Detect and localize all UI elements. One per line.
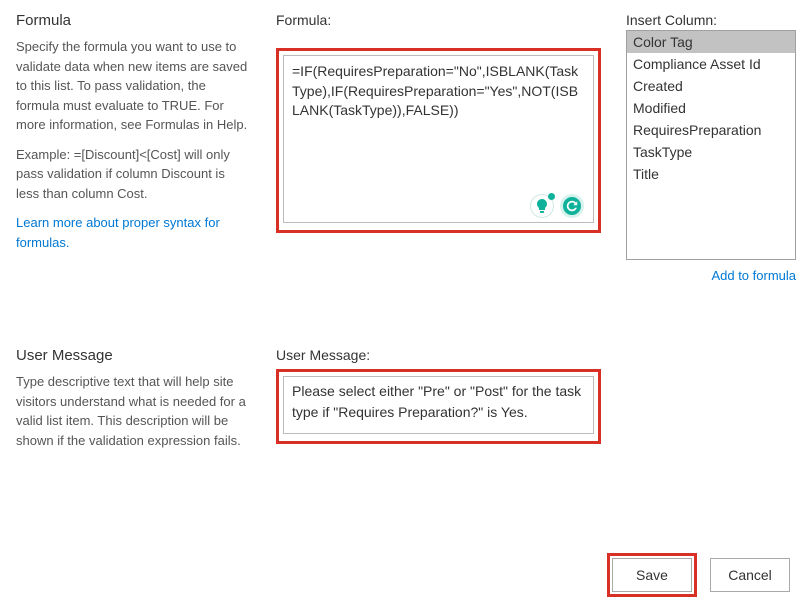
user-message-help-panel: User Message Type descriptive text that … xyxy=(16,347,256,460)
formula-description-block: Specify the formula you want to use to v… xyxy=(16,37,248,252)
column-option[interactable]: Created xyxy=(627,75,795,97)
insert-column-panel: Insert Column: Color TagCompliance Asset… xyxy=(626,12,796,283)
user-message-row: User Message Type descriptive text that … xyxy=(16,347,796,460)
user-message-input[interactable] xyxy=(283,376,594,434)
column-option[interactable]: TaskType xyxy=(627,141,795,163)
formula-heading: Formula xyxy=(16,12,248,29)
add-to-formula-link[interactable]: Add to formula xyxy=(711,268,796,283)
formula-highlight-box xyxy=(276,48,601,233)
formula-description: Specify the formula you want to use to v… xyxy=(16,37,248,135)
column-option[interactable]: Color Tag xyxy=(627,31,795,53)
column-option[interactable]: Title xyxy=(627,163,795,185)
insert-column-label: Insert Column: xyxy=(626,12,796,28)
cancel-button[interactable]: Cancel xyxy=(710,558,790,592)
button-row: Save Cancel xyxy=(612,558,790,592)
formula-help-panel: Formula Specify the formula you want to … xyxy=(16,12,256,262)
column-listbox[interactable]: Color TagCompliance Asset IdCreatedModif… xyxy=(626,30,796,260)
user-message-field-label: User Message: xyxy=(276,347,606,363)
formula-field-label: Formula: xyxy=(276,12,606,28)
column-option[interactable]: Modified xyxy=(627,97,795,119)
formula-field-panel: Formula: xyxy=(276,12,606,233)
user-message-highlight-box xyxy=(276,369,601,444)
user-message-field-panel: User Message: xyxy=(276,347,606,444)
user-message-heading: User Message xyxy=(16,347,248,364)
save-button[interactable]: Save xyxy=(612,558,692,592)
user-message-description-block: Type descriptive text that will help sit… xyxy=(16,372,248,450)
formula-example: Example: =[Discount]<[Cost] will only pa… xyxy=(16,145,248,204)
formula-row: Formula Specify the formula you want to … xyxy=(16,12,796,283)
column-option[interactable]: RequiresPreparation xyxy=(627,119,795,141)
column-option[interactable]: Compliance Asset Id xyxy=(627,53,795,75)
formula-syntax-link[interactable]: Learn more about proper syntax for formu… xyxy=(16,215,220,250)
formula-input[interactable] xyxy=(283,55,594,223)
user-message-description: Type descriptive text that will help sit… xyxy=(16,372,248,450)
